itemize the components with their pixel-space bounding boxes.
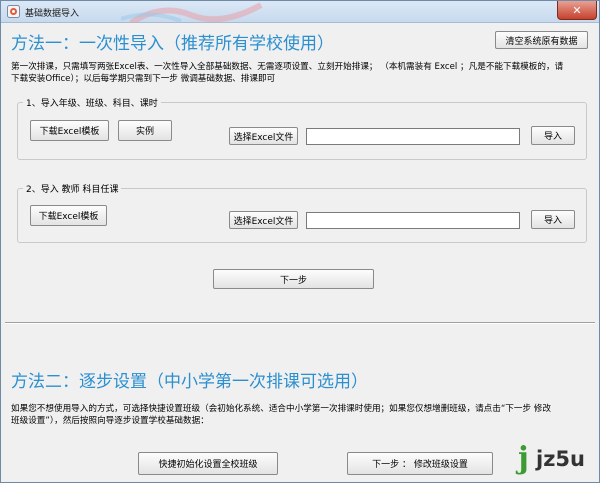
quick-init-classes-button[interactable]: 快捷初始化设置全校班级	[138, 452, 278, 475]
choose-excel-button-1[interactable]: 选择Excel文件	[229, 127, 298, 145]
excel-file-input-2[interactable]	[306, 212, 520, 229]
logo-text: jz5u	[536, 447, 585, 471]
excel-file-input-1[interactable]	[306, 128, 520, 145]
import-button-1[interactable]: 导入	[531, 126, 575, 145]
window-title: 基础数据导入	[25, 9, 80, 19]
method1-desc-line2: 下载安装Office）；以后每学期只需到下一步 微调基础数据、排课即可	[11, 74, 276, 84]
choose-excel-button-2[interactable]: 选择Excel文件	[229, 211, 298, 229]
method1-description: 第一次排课，只需填写两张Excel表、一次性导入全部基础数据、无需逐项设置、立刻…	[11, 61, 596, 85]
method1-heading: 方法一：一次性导入（推荐所有学校使用）	[11, 34, 334, 54]
main-window: 基础数据导入 ✕ 方法一：一次性导入（推荐所有学校使用） 清空系统原有数据 第一…	[0, 0, 600, 483]
jz5u-logo-icon: j jz5u	[518, 441, 598, 481]
method2-heading: 方法二：逐步设置（中小学第一次排课可选用）	[11, 372, 368, 392]
close-button[interactable]: ✕	[557, 1, 597, 20]
import-teacher-group-legend: 2、导入 教师 科目任课	[23, 182, 122, 195]
title-bar: 基础数据导入 ✕	[1, 1, 599, 23]
import-class-group-legend: 1、导入年级、班级、科目、课时	[23, 96, 161, 109]
close-icon: ✕	[572, 3, 582, 17]
method1-desc-line1: 第一次排课，只需填写两张Excel表、一次性导入全部基础数据、无需逐项设置、立刻…	[11, 62, 564, 72]
section-divider	[5, 322, 595, 324]
method2-desc-line1: 如果您不想使用导入的方式，可选择快捷设置班级（会初始化系统、适合中小学第一次排课…	[11, 404, 551, 414]
download-template-button-1[interactable]: 下载Excel模板	[30, 120, 109, 141]
method2-desc-line2: 班级设置”），然后按照向导逐步设置学校基础数据：	[11, 416, 209, 426]
next-modify-classes-button[interactable]: 下一步 ： 修改班级设置	[347, 452, 493, 475]
example-button[interactable]: 实例	[118, 120, 172, 141]
import-button-2[interactable]: 导入	[531, 210, 575, 229]
next-step-button[interactable]: 下一步	[213, 269, 374, 289]
logo-j: j	[518, 441, 529, 476]
app-icon	[7, 5, 20, 18]
download-template-button-2[interactable]: 下载Excel模板	[30, 205, 107, 226]
title-decoration	[121, 2, 263, 23]
clear-data-button[interactable]: 清空系统原有数据	[495, 31, 588, 49]
method2-description: 如果您不想使用导入的方式，可选择快捷设置班级（会初始化系统、适合中小学第一次排课…	[11, 403, 596, 427]
